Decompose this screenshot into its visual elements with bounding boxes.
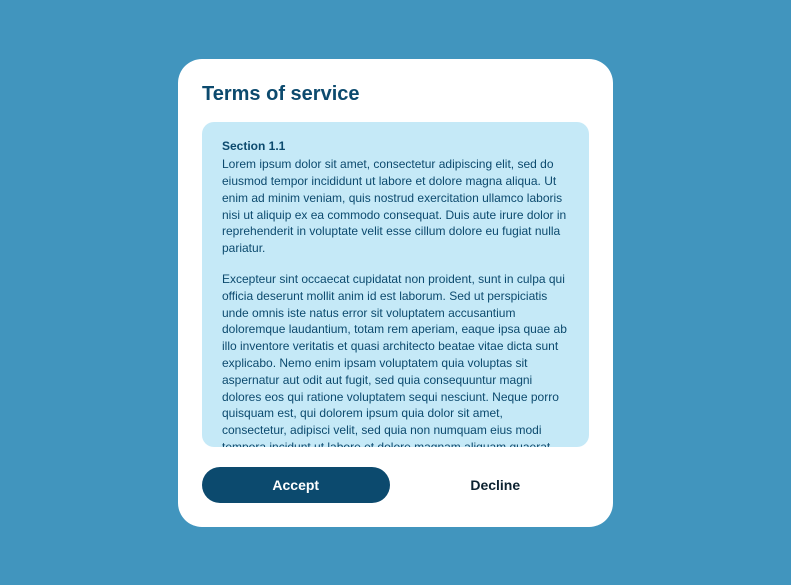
decline-button[interactable]: Decline [402, 467, 590, 503]
terms-scroll-area[interactable]: Section 1.1 Lorem ipsum dolor sit amet, … [202, 122, 589, 447]
terms-modal: Terms of service Section 1.1 Lorem ipsum… [178, 59, 613, 527]
section-paragraph: Excepteur sint occaecat cupidatat non pr… [222, 271, 569, 446]
section-1-1: Section 1.1 Lorem ipsum dolor sit amet, … [222, 138, 569, 447]
button-row: Accept Decline [202, 467, 589, 503]
section-heading: Section 1.1 [222, 138, 569, 155]
section-paragraph: Lorem ipsum dolor sit amet, consectetur … [222, 156, 569, 257]
accept-button[interactable]: Accept [202, 467, 390, 503]
modal-title: Terms of service [202, 83, 589, 106]
